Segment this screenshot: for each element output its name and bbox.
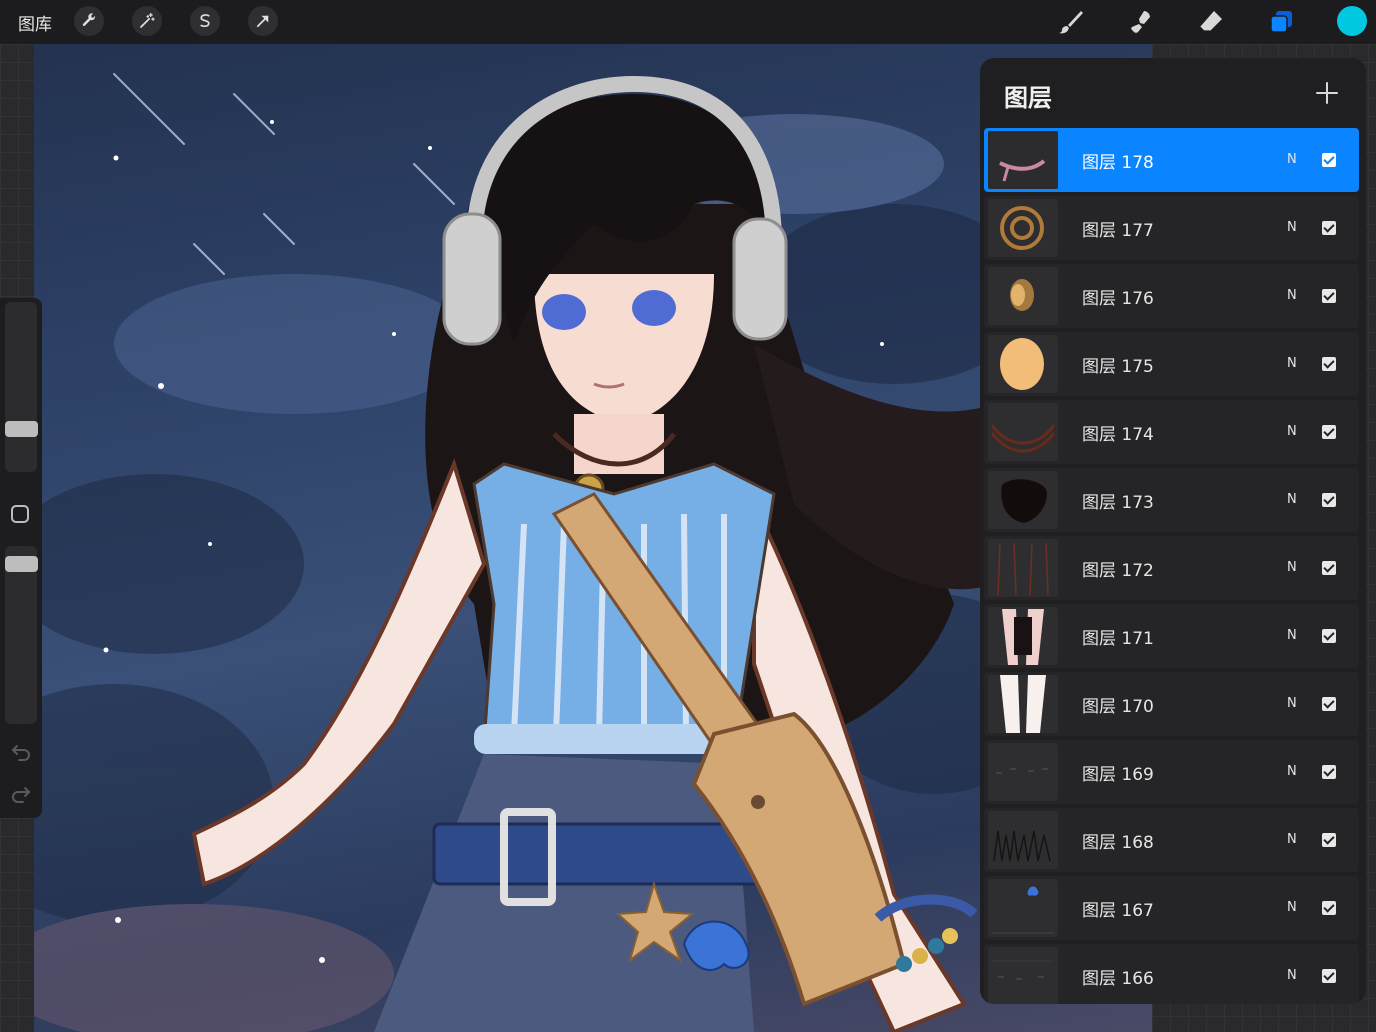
layer-thumbnail [988,947,1058,1004]
layer-thumbnail [988,879,1058,937]
layer-thumbnail [988,267,1058,325]
transform-arrow-icon[interactable] [248,6,278,36]
layer-name: 图层 173 [1082,493,1154,513]
visibility-checkbox[interactable] [1322,561,1336,575]
layer-row[interactable]: 图层 168 N [984,808,1359,872]
layer-thumbnail [988,607,1058,665]
add-layer-button[interactable] [1314,80,1340,106]
layer-thumbnail [988,743,1058,801]
visibility-checkbox[interactable] [1322,357,1336,371]
blend-mode-button[interactable]: N [1287,764,1297,779]
opacity-slider[interactable] [5,546,37,724]
layer-list: 图层 178 N 图层 177 N 图层 176 N 图层 175 N 图层 1… [984,128,1359,1004]
blend-mode-button[interactable]: N [1287,220,1297,235]
visibility-checkbox[interactable] [1322,221,1336,235]
layer-thumbnail [988,131,1058,189]
blend-mode-button[interactable]: N [1287,900,1297,915]
layer-name: 图层 172 [1082,561,1154,581]
brush-size-slider[interactable] [5,302,37,472]
blend-mode-button[interactable]: N [1287,628,1297,643]
blend-mode-button[interactable]: N [1287,152,1297,167]
layer-thumbnail [988,675,1058,733]
layer-name: 图层 170 [1082,697,1154,717]
layer-row[interactable]: 图层 171 N [984,604,1359,668]
layer-row[interactable]: 图层 167 N [984,876,1359,940]
blend-mode-button[interactable]: N [1287,968,1297,983]
left-sidebar [0,298,42,818]
layer-name: 图层 166 [1082,969,1154,989]
visibility-checkbox[interactable] [1322,833,1336,847]
layer-thumbnail [988,335,1058,393]
layer-thumbnail [988,199,1058,257]
layer-row[interactable]: 图层 174 N [984,400,1359,464]
magic-wand-icon[interactable] [132,6,162,36]
layer-row[interactable]: 图层 173 N [984,468,1359,532]
layers-panel: 图层 图层 178 N 图层 177 N 图层 176 N 图层 175 N 图… [980,58,1366,1004]
blend-mode-button[interactable]: N [1287,560,1297,575]
blend-mode-button[interactable]: N [1287,492,1297,507]
layer-thumbnail [988,811,1058,869]
visibility-checkbox[interactable] [1322,765,1336,779]
brush-icon[interactable] [1055,6,1087,38]
layer-name: 图层 174 [1082,425,1154,445]
visibility-checkbox[interactable] [1322,289,1336,303]
panel-title: 图层 [1004,84,1052,112]
gallery-button[interactable]: 图库 [18,10,52,35]
layer-row[interactable]: 图层 166 N [984,944,1359,1004]
wrench-icon[interactable] [74,6,104,36]
layer-name: 图层 171 [1082,629,1154,649]
layer-name: 图层 168 [1082,833,1154,853]
layer-row[interactable]: 图层 170 N [984,672,1359,736]
brush-size-handle[interactable] [5,421,38,437]
visibility-checkbox[interactable] [1322,493,1336,507]
selection-icon[interactable] [190,6,220,36]
layer-name: 图层 169 [1082,765,1154,785]
blend-mode-button[interactable]: N [1287,356,1297,371]
layer-thumbnail [988,471,1058,529]
layer-name: 图层 178 [1082,153,1154,173]
visibility-checkbox[interactable] [1322,697,1336,711]
layers-icon[interactable] [1265,6,1297,38]
layer-row[interactable]: 图层 178 N [984,128,1359,192]
blend-mode-button[interactable]: N [1287,696,1297,711]
visibility-checkbox[interactable] [1322,901,1336,915]
visibility-checkbox[interactable] [1322,969,1336,983]
top-toolbar: 图库 [0,0,1376,44]
layer-row[interactable]: 图层 175 N [984,332,1359,396]
plus-icon [1316,82,1338,104]
blend-mode-button[interactable]: N [1287,424,1297,439]
layer-name: 图层 176 [1082,289,1154,309]
visibility-checkbox[interactable] [1322,425,1336,439]
smudge-icon[interactable] [1125,6,1157,38]
visibility-checkbox[interactable] [1322,153,1336,167]
opacity-handle[interactable] [5,556,38,572]
layer-name: 图层 167 [1082,901,1154,921]
layer-row[interactable]: 图层 172 N [984,536,1359,600]
blend-mode-button[interactable]: N [1287,288,1297,303]
layer-name: 图层 177 [1082,221,1154,241]
layer-thumbnail [988,403,1058,461]
layer-row[interactable]: 图层 177 N [984,196,1359,260]
layer-row[interactable]: 图层 169 N [984,740,1359,804]
eraser-icon[interactable] [1195,6,1227,38]
layer-name: 图层 175 [1082,357,1154,377]
color-picker-button[interactable] [1337,6,1367,36]
blend-mode-button[interactable]: N [1287,832,1297,847]
layer-row[interactable]: 图层 176 N [984,264,1359,328]
redo-icon[interactable] [10,782,32,804]
layer-thumbnail [988,539,1058,597]
undo-icon[interactable] [10,740,32,762]
visibility-checkbox[interactable] [1322,629,1336,643]
modify-button[interactable] [11,505,29,523]
